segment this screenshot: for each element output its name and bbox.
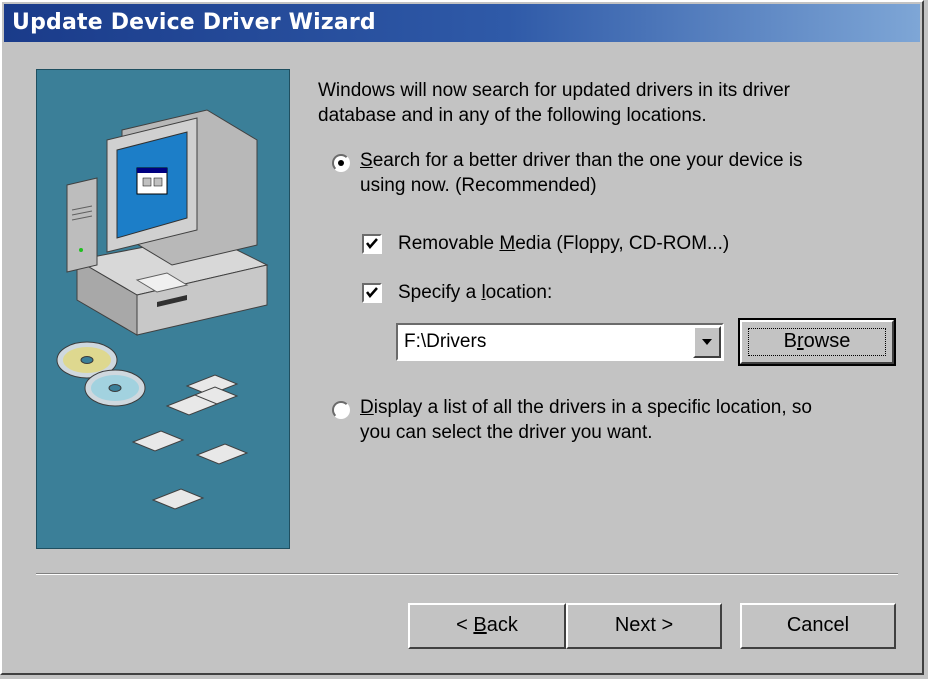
intro-text-line2: database and in any of the following loc… [318,105,707,126]
removable-media-checkbox[interactable] [362,234,382,254]
display-driver-list-radio[interactable] [332,401,350,419]
specify-location-checkbox[interactable] [362,283,382,303]
cd-rom-icon [56,341,146,407]
back-button[interactable]: < Back [408,603,566,649]
removable-media-pre: Removable [398,233,500,254]
search-better-driver-label[interactable]: Search for a better driver than the one … [360,148,803,173]
title-bar[interactable]: Update Device Driver Wizard [4,4,920,42]
floppy-disk-icon [131,374,249,510]
cancel-button[interactable]: Cancel [740,603,896,649]
location-combobox-value: F:\Drivers [404,331,487,352]
search-better-driver-radio[interactable] [332,154,350,172]
back-post: ack [486,614,518,636]
search-better-driver-label-line2: using now. (Recommended) [360,175,597,196]
display-label-rest: isplay a list of all the drivers in a sp… [373,397,812,418]
intro-text-line1: Windows will now search for updated driv… [318,80,791,101]
next-button[interactable]: Next > [566,603,722,649]
specify-location-pre: Specify a [398,282,482,303]
checkmark-icon [366,287,378,298]
location-combobox[interactable]: F:\Drivers [396,323,724,361]
search-hotkey: S [360,150,373,171]
combobox-dropdown-button[interactable] [693,326,721,358]
search-label-rest: earch for a better driver than the one y… [372,150,803,171]
checkmark-icon [366,238,378,249]
chevron-down-icon [702,339,712,345]
display-driver-list-label[interactable]: Display a list of all the drivers in a s… [360,395,812,420]
removable-media-hotkey: M [499,233,516,254]
removable-media-post: edia (Floppy, CD-ROM...) [515,233,730,254]
computer-illustration [56,109,269,510]
wizard-illustration [36,69,290,549]
radio-selected-dot [338,160,344,166]
specify-location-label[interactable]: Specify a location: [398,280,552,305]
wizard-window: Update Device Driver Wizard Windows will… [0,0,924,675]
display-hotkey: D [360,397,374,418]
removable-media-label[interactable]: Removable Media (Floppy, CD-ROM...) [398,231,729,256]
window-title: Update Device Driver Wizard [12,10,376,35]
footer-divider [36,573,898,575]
back-pre: < [456,614,474,636]
back-hotkey: B [473,614,487,636]
display-driver-list-label-line2: you can select the driver you want. [360,422,653,443]
specify-location-post: ocation: [485,282,553,303]
browse-button[interactable]: Browse [738,318,896,366]
focus-rectangle [748,328,886,356]
